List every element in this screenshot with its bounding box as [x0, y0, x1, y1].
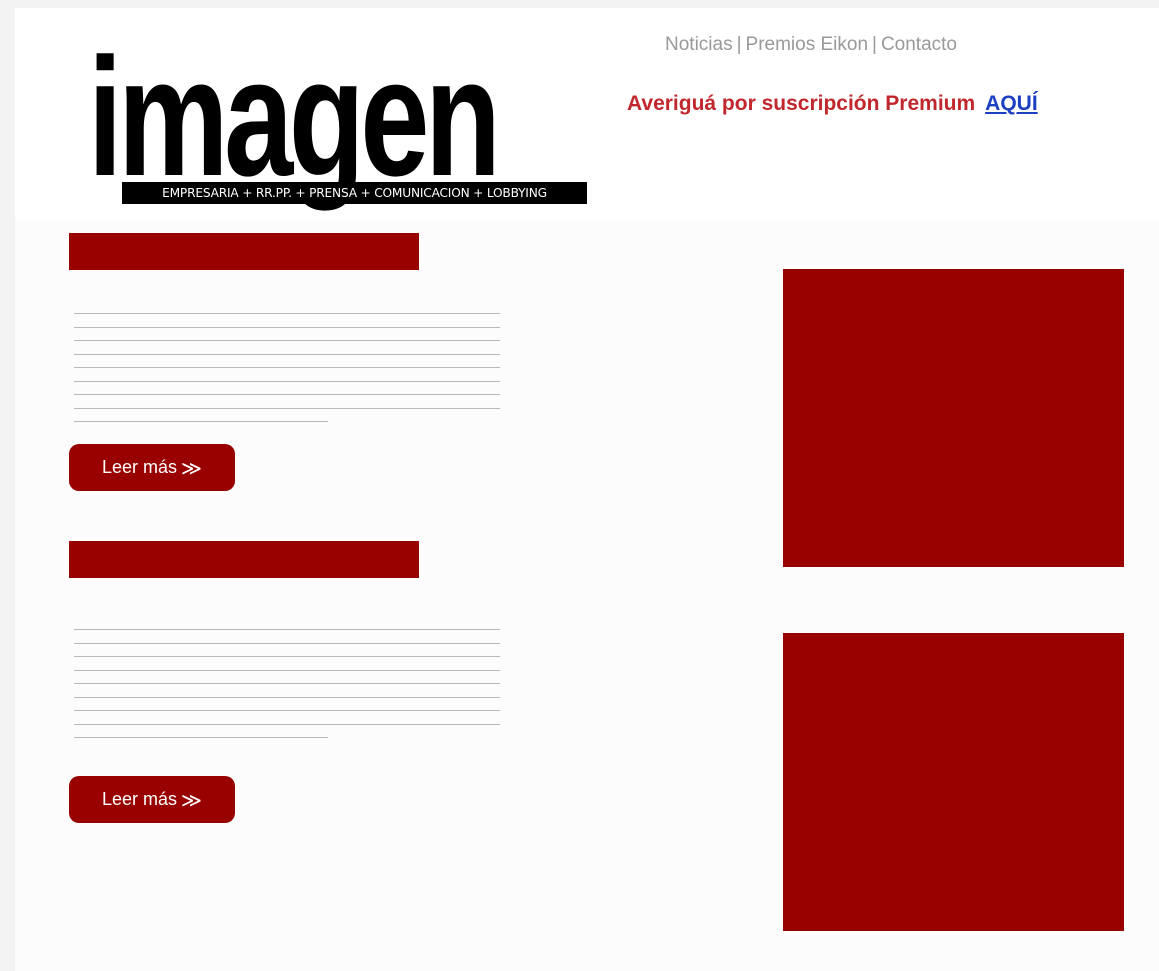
logo-text: imagen — [87, 23, 501, 211]
text-line — [74, 313, 500, 314]
text-line — [74, 669, 500, 671]
nav-separator: | — [872, 34, 877, 55]
article-image-placeholder[interactable] — [783, 633, 1124, 931]
read-more-label: Leer más — [102, 789, 178, 809]
double-chevron-right-icon: ≫ — [181, 787, 202, 812]
text-line — [74, 710, 500, 711]
text-line — [74, 367, 500, 368]
text-line — [74, 340, 500, 341]
text-line — [74, 696, 500, 698]
nav-link-contacto[interactable]: Contacto — [881, 34, 957, 55]
nav-link-premios-eikon[interactable]: Premios Eikon — [746, 34, 869, 55]
text-line — [74, 326, 500, 328]
nav-link-noticias[interactable]: Noticias — [665, 34, 733, 55]
double-chevron-right-icon: ≫ — [181, 455, 202, 480]
article-title-placeholder — [69, 233, 419, 270]
page: imagen EMPRESARIA + RR.PP. + PRENSA + CO… — [15, 8, 1159, 971]
text-line — [74, 380, 500, 382]
text-line — [74, 642, 500, 644]
text-line — [74, 394, 500, 395]
premium-promo-text: Averiguá por suscripción Premium — [627, 92, 976, 115]
text-line — [74, 656, 500, 657]
logo-wordmark: imagen — [88, 33, 501, 201]
premium-link[interactable]: AQUÍ — [985, 92, 1038, 115]
article-title-placeholder — [69, 541, 419, 578]
header: imagen EMPRESARIA + RR.PP. + PRENSA + CO… — [15, 8, 1159, 220]
read-more-label: Leer más — [102, 457, 178, 477]
read-more-button[interactable]: Leer más ≫ — [69, 776, 235, 823]
text-line — [74, 737, 328, 738]
text-line — [74, 723, 500, 725]
article-text-placeholder — [74, 629, 500, 751]
article-text-placeholder — [74, 313, 500, 435]
nav-separator: | — [736, 34, 742, 55]
site-logo[interactable]: imagen EMPRESARIA + RR.PP. + PRENSA + CO… — [88, 33, 592, 204]
text-line — [74, 407, 500, 409]
premium-promo: Averiguá por suscripción Premium AQUÍ — [627, 92, 1038, 116]
read-more-button[interactable]: Leer más ≫ — [69, 444, 235, 491]
text-line — [74, 629, 500, 630]
text-line — [74, 353, 500, 355]
logo-tagline: EMPRESARIA + RR.PP. + PRENSA + COMUNICAC… — [122, 182, 587, 204]
text-line — [74, 421, 328, 422]
article-image-placeholder[interactable] — [783, 269, 1124, 567]
top-nav: Noticias | Premios Eikon | Contacto — [665, 34, 1085, 56]
text-line — [74, 683, 500, 684]
